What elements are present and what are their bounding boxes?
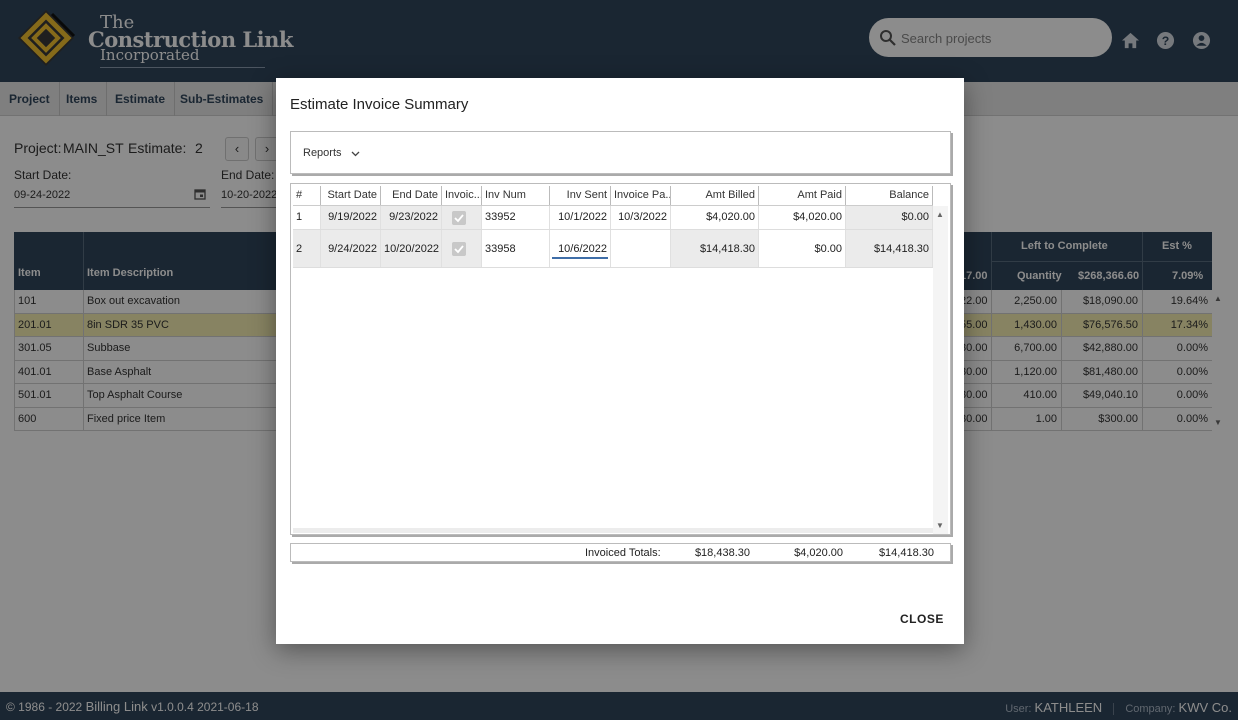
dialog-title: Estimate Invoice Summary — [290, 96, 469, 113]
row-invoice-paid[interactable] — [611, 230, 671, 267]
col-header-start-date[interactable]: Start Date — [321, 186, 381, 205]
row-inv-sent[interactable]: 10/1/2022 — [550, 206, 611, 229]
row-balance: $0.00 — [846, 206, 933, 229]
row-number: 2 — [293, 230, 321, 267]
invoice-grid-scrollbar[interactable]: ▲ ▼ — [933, 206, 948, 534]
totals-amt-billed: $18,438.30 — [694, 547, 750, 559]
reports-label: Reports — [303, 147, 342, 159]
col-header-number[interactable]: # — [293, 186, 321, 205]
row-number: 1 — [293, 206, 321, 229]
scroll-down-icon[interactable]: ▼ — [936, 521, 944, 530]
col-header-invoice-paid[interactable]: Invoice Pa... — [611, 186, 671, 205]
dialog-toolbar: Reports — [290, 131, 951, 174]
row-invoice-paid[interactable]: 10/3/2022 — [611, 206, 671, 229]
col-header-balance[interactable]: Balance — [846, 186, 933, 205]
row-amt-paid[interactable]: $0.00 — [759, 230, 846, 267]
col-header-end-date[interactable]: End Date — [381, 186, 442, 205]
reports-menu-button[interactable]: Reports — [297, 142, 366, 164]
row-invoiced-cell — [442, 230, 482, 267]
invoice-grid-header: # Start Date End Date Invoic... Inv Num … — [293, 186, 933, 206]
row-amt-billed[interactable]: $14,418.30 — [671, 230, 759, 267]
invoice-row[interactable]: 2 9/24/2022 10/20/2022 33958 10/6/2022 $… — [293, 230, 933, 268]
totals-label: Invoiced Totals: — [585, 547, 661, 559]
totals-amt-paid: $4,020.00 — [794, 547, 843, 559]
row-inv-sent[interactable]: 10/6/2022 — [558, 243, 607, 255]
row-start-date: 9/24/2022 — [321, 230, 381, 267]
invoice-totals-bar: Invoiced Totals: $18,438.30 $4,020.00 $1… — [290, 543, 951, 562]
chevron-down-icon — [351, 151, 360, 157]
invoice-grid-hscrollbar[interactable] — [293, 528, 933, 533]
col-header-inv-num[interactable]: Inv Num — [482, 186, 550, 205]
row-inv-sent-editor[interactable]: 10/6/2022 — [550, 230, 611, 267]
checkbox-checked-icon[interactable] — [452, 242, 466, 256]
invoice-row[interactable]: 1 9/19/2022 9/23/2022 33952 10/1/2022 10… — [293, 206, 933, 230]
active-edit-underline — [552, 257, 608, 259]
row-invoiced-cell — [442, 206, 482, 229]
estimate-invoice-summary-dialog: Estimate Invoice Summary Reports # Start… — [276, 78, 964, 644]
row-end-date: 10/20/2022 — [381, 230, 442, 267]
row-start-date: 9/19/2022 — [321, 206, 381, 229]
col-header-invoiced[interactable]: Invoic... — [442, 186, 482, 205]
scroll-up-icon[interactable]: ▲ — [936, 210, 944, 219]
row-amt-billed[interactable]: $4,020.00 — [671, 206, 759, 229]
row-inv-num[interactable]: 33958 — [482, 230, 550, 267]
checkbox-checked-icon[interactable] — [452, 211, 466, 225]
col-header-amt-billed[interactable]: Amt Billed — [671, 186, 759, 205]
invoice-grid: # Start Date End Date Invoic... Inv Num … — [290, 183, 951, 535]
row-balance: $14,418.30 — [846, 230, 933, 267]
row-inv-num[interactable]: 33952 — [482, 206, 550, 229]
col-header-amt-paid[interactable]: Amt Paid — [759, 186, 846, 205]
row-end-date: 9/23/2022 — [381, 206, 442, 229]
close-button[interactable]: CLOSE — [900, 612, 944, 626]
totals-balance: $14,418.30 — [878, 547, 934, 559]
col-header-inv-sent[interactable]: Inv Sent — [550, 186, 611, 205]
row-amt-paid[interactable]: $4,020.00 — [759, 206, 846, 229]
